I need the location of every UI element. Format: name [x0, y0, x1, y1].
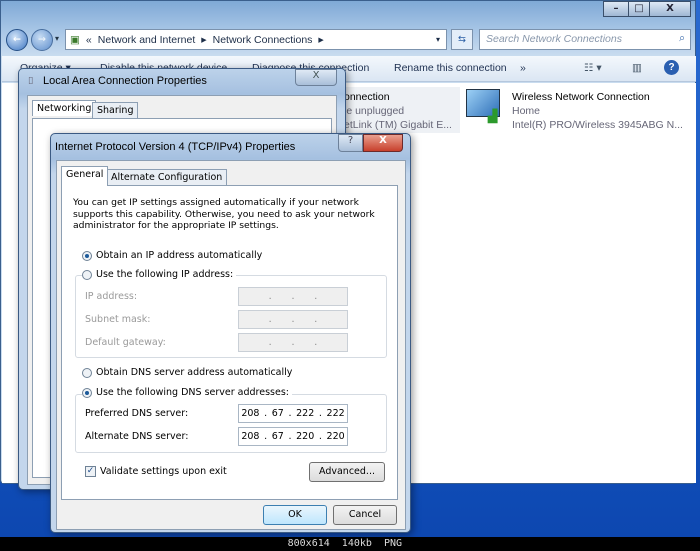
preferred-dns-input[interactable]: 208. 67. 222. 222: [238, 404, 348, 423]
cancel-button[interactable]: Cancel: [333, 505, 397, 525]
breadcrumb-separator-icon[interactable]: ▶: [201, 36, 206, 44]
tab-alternate-configuration[interactable]: Alternate Configuration: [106, 169, 228, 185]
obtain-dns-auto-radio[interactable]: Obtain DNS server address automatically: [82, 367, 292, 378]
use-following-dns-radio[interactable]: Use the following DNS server addresses:: [82, 387, 292, 398]
help-icon[interactable]: ?: [664, 60, 679, 75]
help-button[interactable]: ?: [338, 134, 363, 152]
subnet-mask-label: Subnet mask:: [85, 314, 151, 325]
tab-general[interactable]: General: [61, 166, 109, 186]
tab-networking[interactable]: Networking: [32, 100, 97, 116]
recent-pages-dropdown-icon[interactable]: ▾: [55, 34, 59, 43]
network-folder-icon: ▣: [70, 33, 80, 46]
general-panel: You can get IP settings assigned automat…: [61, 185, 398, 500]
tab-sharing[interactable]: Sharing: [92, 102, 139, 118]
radio-label: Use the following DNS server addresses:: [96, 387, 289, 398]
ipv4-properties-dialog: Internet Protocol Version 4 (TCP/IPv4) P…: [50, 133, 411, 533]
dialog-title: Local Area Connection Properties: [43, 75, 207, 87]
search-icon: ⌕: [679, 32, 685, 44]
ok-button[interactable]: OK: [263, 505, 327, 525]
connection-device: etLink (TM) Gigabit E...: [344, 119, 452, 131]
preferred-dns-label: Preferred DNS server:: [85, 408, 189, 419]
local-area-connection-item[interactable]: onnection le unplugged etLink (TM) Gigab…: [338, 87, 460, 133]
refresh-icon[interactable]: ⇆: [451, 29, 473, 50]
image-info-bar: 800x614 140kb PNG: [0, 537, 700, 551]
connection-device: Intel(R) PRO/Wireless 3945ABG N...: [512, 119, 683, 131]
use-following-ip-radio[interactable]: Use the following IP address:: [82, 269, 237, 280]
default-gateway-input[interactable]: ...: [238, 333, 348, 352]
ip-address-label: IP address:: [85, 291, 138, 302]
advanced-button[interactable]: Advanced...: [309, 462, 385, 482]
radio-selected-icon: [82, 250, 92, 261]
obtain-ip-auto-radio[interactable]: Obtain an IP address automatically: [82, 250, 262, 261]
address-dropdown-icon[interactable]: ▾: [436, 35, 440, 44]
search-input[interactable]: Search Network Connections ⌕: [479, 29, 691, 50]
close-button[interactable]: X: [363, 134, 403, 152]
breadcrumb-overflow-icon[interactable]: «: [86, 34, 92, 46]
connection-status: le unplugged: [344, 105, 405, 117]
radio-unselected-icon: [82, 269, 92, 280]
back-button[interactable]: ←: [6, 29, 28, 51]
breadcrumb-network-connections[interactable]: Network Connections: [213, 34, 313, 46]
close-button[interactable]: X: [649, 1, 691, 17]
close-button[interactable]: X: [295, 69, 337, 86]
address-bar[interactable]: ▣ « Network and Internet ▶ Network Conne…: [65, 29, 447, 50]
alternate-dns-label: Alternate DNS server:: [85, 431, 189, 442]
radio-label: Obtain DNS server address automatically: [96, 367, 293, 378]
radio-label: Obtain an IP address automatically: [96, 250, 263, 261]
checkbox-label: Validate settings upon exit: [100, 466, 227, 477]
ip-address-input[interactable]: ...: [238, 287, 348, 306]
wireless-connection-item[interactable]: ▟ Wireless Network Connection Home Intel…: [462, 87, 692, 133]
checkbox-checked-icon: ✓: [85, 466, 96, 477]
alternate-dns-input[interactable]: 208. 67. 220. 220: [238, 427, 348, 446]
validate-settings-checkbox[interactable]: ✓ Validate settings upon exit: [85, 466, 227, 477]
connection-name: Wireless Network Connection: [512, 91, 650, 103]
radio-selected-icon: [82, 387, 92, 398]
forward-button[interactable]: →: [31, 29, 53, 51]
signal-strength-icon: ▟: [488, 109, 498, 123]
intro-text: You can get IP settings assigned automat…: [73, 197, 375, 231]
default-gateway-label: Default gateway:: [85, 337, 166, 348]
breadcrumb-network-and-internet[interactable]: Network and Internet: [98, 34, 195, 46]
network-adapter-icon: ▯: [28, 75, 34, 86]
change-view-icon[interactable]: ☷ ▾: [584, 62, 602, 74]
radio-label: Use the following IP address:: [96, 269, 234, 280]
connection-status: Home: [512, 105, 541, 117]
preview-pane-icon[interactable]: ▥: [632, 62, 642, 74]
rename-button[interactable]: Rename this connection: [394, 62, 507, 74]
radio-unselected-icon: [82, 367, 92, 378]
breadcrumb-separator-icon[interactable]: ▶: [318, 36, 323, 44]
dialog-title: Internet Protocol Version 4 (TCP/IPv4) P…: [55, 141, 296, 153]
more-commands-button[interactable]: »: [520, 62, 526, 74]
connection-name: onnection: [344, 91, 390, 103]
minimize-button[interactable]: –: [603, 1, 629, 17]
image-info-text: 800x614 140kb PNG: [287, 538, 402, 549]
maximize-button[interactable]: □: [628, 1, 650, 17]
dialog-body: General Alternate Configuration You can …: [56, 160, 406, 530]
subnet-mask-input[interactable]: ...: [238, 310, 348, 329]
